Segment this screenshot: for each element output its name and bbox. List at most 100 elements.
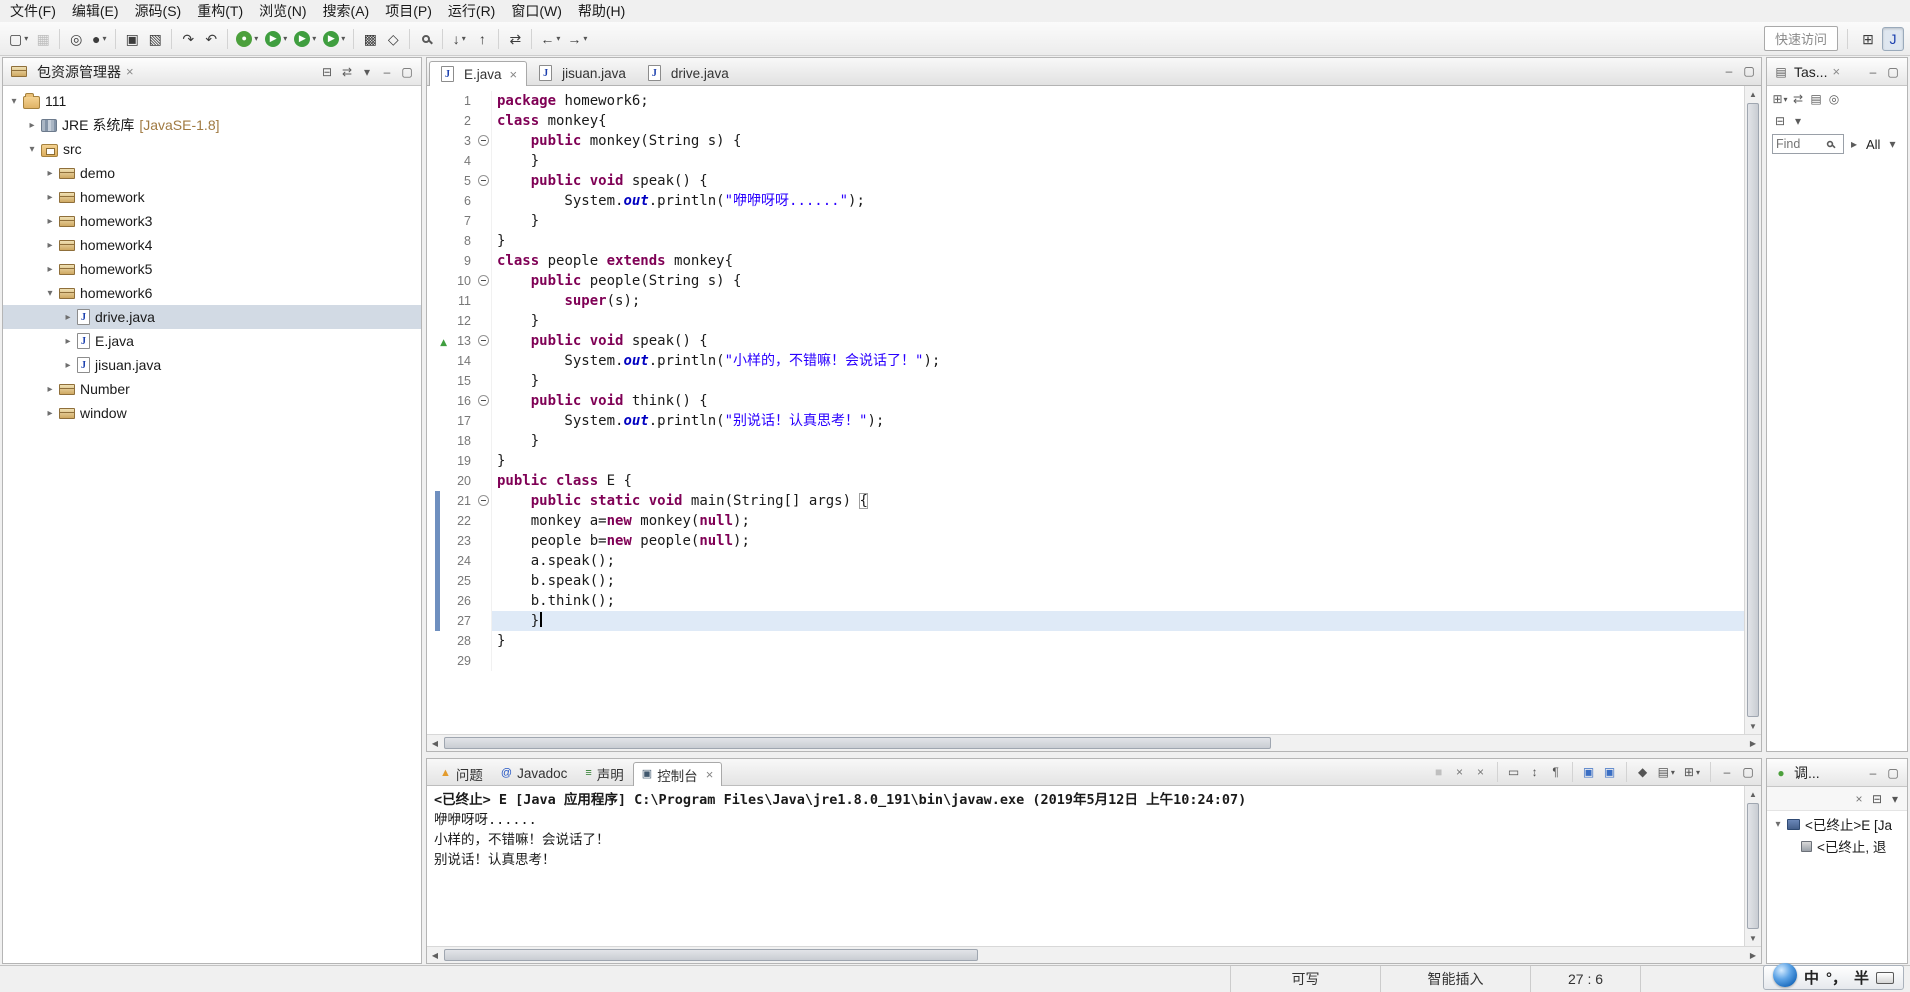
code-text[interactable]: public people(String s) { [492,271,1744,291]
coverage-button[interactable]: ▶ ▾ [291,27,319,51]
scroll-up-icon[interactable]: ▲ [1745,786,1761,802]
tree-expand-icon[interactable]: ▸ [43,264,57,275]
scroll-right-icon[interactable]: ▶ [1745,735,1761,751]
console-output[interactable]: <已终止> E [Java 应用程序] C:\Program Files\Jav… [427,786,1744,946]
ime-language-toggle[interactable]: 中 [1804,967,1819,988]
editor-tab[interactable]: J E.java × [429,61,528,86]
filter-button[interactable]: ◎ [1826,90,1842,108]
link-with-editor-button[interactable]: ⇄ [504,27,526,51]
scroll-down-icon[interactable]: ▼ [1745,718,1761,734]
ime-punctuation-toggle[interactable]: °， [1826,967,1847,988]
tree-item[interactable]: ▸ J E.java [3,329,421,353]
tree-item[interactable]: ▸ homework5 [3,257,421,281]
code-text[interactable]: } [492,211,1744,231]
tree-expand-icon[interactable]: ▸ [61,312,75,323]
console-tab[interactable]: @ Javadoc [492,761,576,785]
console-vertical-scrollbar[interactable]: ▲ ▼ [1744,786,1761,946]
menu-item[interactable]: 窗口(W) [503,0,570,23]
editor-tab[interactable]: Jjisuan.java [527,60,636,85]
menu-item[interactable]: 搜索(A) [315,0,378,23]
tree-item[interactable]: ▾ 111 [3,89,421,113]
remove-launch-button[interactable]: × [1451,762,1469,782]
skip-all-breakpoints-button[interactable]: ◎ [65,27,87,51]
editor-tab[interactable]: Jdrive.java [636,60,739,85]
minimize-button[interactable]: – [1865,63,1881,81]
close-icon[interactable]: × [510,67,518,82]
tree-item[interactable]: ▸ window [3,401,421,425]
code-text[interactable]: package homework6; [492,91,1744,111]
code-text[interactable]: } [492,151,1744,171]
console-tab[interactable]: ▲ 问题 [431,761,492,785]
minimize-button[interactable]: – [1865,764,1881,782]
code-text[interactable]: } [492,611,1744,631]
tree-item[interactable]: ▸ homework [3,185,421,209]
scroll-left-icon[interactable]: ◀ [427,735,443,751]
collapse-all-button[interactable]: ⊟ [1869,790,1885,808]
code-text[interactable]: public static void main(String[] args) { [492,491,1744,511]
debug-button[interactable]: ● ▾ [233,27,261,51]
tree-item[interactable]: ▾ src [3,137,421,161]
editor-vertical-scrollbar[interactable]: ▲ ▼ [1744,86,1761,734]
code-text[interactable]: b.speak(); [492,571,1744,591]
scrollbar-thumb[interactable] [444,737,1272,749]
code-text[interactable]: System.out.println("咿咿呀呀......"); [492,191,1744,211]
next-annotation-button[interactable]: ↷ [177,27,199,51]
new-wizard-button[interactable]: ▢ ▾ [6,27,31,51]
new-java-project-button[interactable]: ▩ [359,27,381,51]
dropdown-arrow-icon[interactable]: ▾ [312,34,316,43]
task-find-nav-icon[interactable]: ▸ [1846,135,1862,153]
tree-collapse-icon[interactable]: ▾ [25,144,39,155]
display-selected-console-button[interactable]: ▤ ▾ [1655,762,1678,782]
tree-item[interactable]: ▸ Jjisuan.java [3,353,421,377]
code-text[interactable]: System.out.println("小样的，不错嘛！会说话了！"); [492,351,1744,371]
dropdown-arrow-icon[interactable]: ▾ [24,34,28,43]
menu-item[interactable]: 文件(F) [2,0,64,23]
fold-collapse-icon[interactable] [477,175,489,186]
fold-collapse-icon[interactable] [477,135,489,146]
dropdown-arrow-icon[interactable]: ▾ [462,34,466,43]
tree-item[interactable]: ▸ JRE 系统库 [JavaSE-1.8] [3,113,421,137]
menu-item[interactable]: 编辑(E) [64,0,127,23]
debug-tree-item[interactable]: <已终止, 退 [1767,835,1907,857]
last-edit-location-button[interactable]: ↑ [471,27,493,51]
menu-item[interactable]: 浏览(N) [251,0,314,23]
task-scope-label[interactable]: All [1866,137,1880,152]
tree-expand-icon[interactable]: ▸ [43,240,57,251]
tree-collapse-icon[interactable]: ▾ [7,96,21,107]
code-text[interactable]: } [492,371,1744,391]
new-java-class-button[interactable]: ◇ [382,27,404,51]
dropdown-arrow-icon[interactable]: ▾ [1784,95,1788,104]
console-tab[interactable]: ▣ 控制台 × [632,762,723,786]
remove-all-terminated-button[interactable]: × [1472,762,1490,782]
code-text[interactable]: class people extends monkey{ [492,251,1744,271]
collapse-all-button[interactable]: ⊟ [1772,112,1788,130]
collapse-all-button[interactable]: ⊟ [319,63,335,81]
clear-console-button[interactable]: ▭ [1505,762,1523,782]
scrollbar-thumb[interactable] [1747,103,1759,717]
maximize-button[interactable]: ▢ [399,63,415,81]
java-perspective-button[interactable]: J [1882,26,1904,51]
scrollbar-thumb[interactable] [444,949,978,961]
tree-expand-icon[interactable]: ▸ [61,336,75,347]
open-console-button[interactable]: ▣ [121,27,143,51]
code-text[interactable]: } [492,631,1744,651]
new-task-button[interactable]: ⊞ ▾ [1772,90,1788,108]
remove-all-terminated-button[interactable]: × [1851,790,1867,808]
back-button[interactable]: ← ▾ [537,27,563,51]
menu-item[interactable]: 项目(P) [377,0,440,23]
code-text[interactable]: public class E { [492,471,1744,491]
code-text[interactable]: a.speak(); [492,551,1744,571]
dropdown-arrow-icon[interactable]: ▾ [1696,768,1700,777]
next-edit-location-button[interactable]: ↓ ▾ [448,27,470,51]
code-text[interactable]: } [492,231,1744,251]
ime-width-toggle[interactable]: 半 [1854,967,1869,988]
dropdown-arrow-icon[interactable]: ▾ [556,34,560,43]
tree-item[interactable]: ▸ homework4 [3,233,421,257]
code-text[interactable]: public void think() { [492,391,1744,411]
code-text[interactable]: System.out.println("别说话！认真思考！"); [492,411,1744,431]
tree-expand-icon[interactable]: ▸ [43,408,57,419]
fold-collapse-icon[interactable] [477,395,489,406]
fold-collapse-icon[interactable] [477,275,489,286]
code-lines[interactable]: 1 package homework6; 2 class monkey{3 publi… [427,86,1744,734]
ime-globe-icon[interactable] [1772,962,1797,987]
